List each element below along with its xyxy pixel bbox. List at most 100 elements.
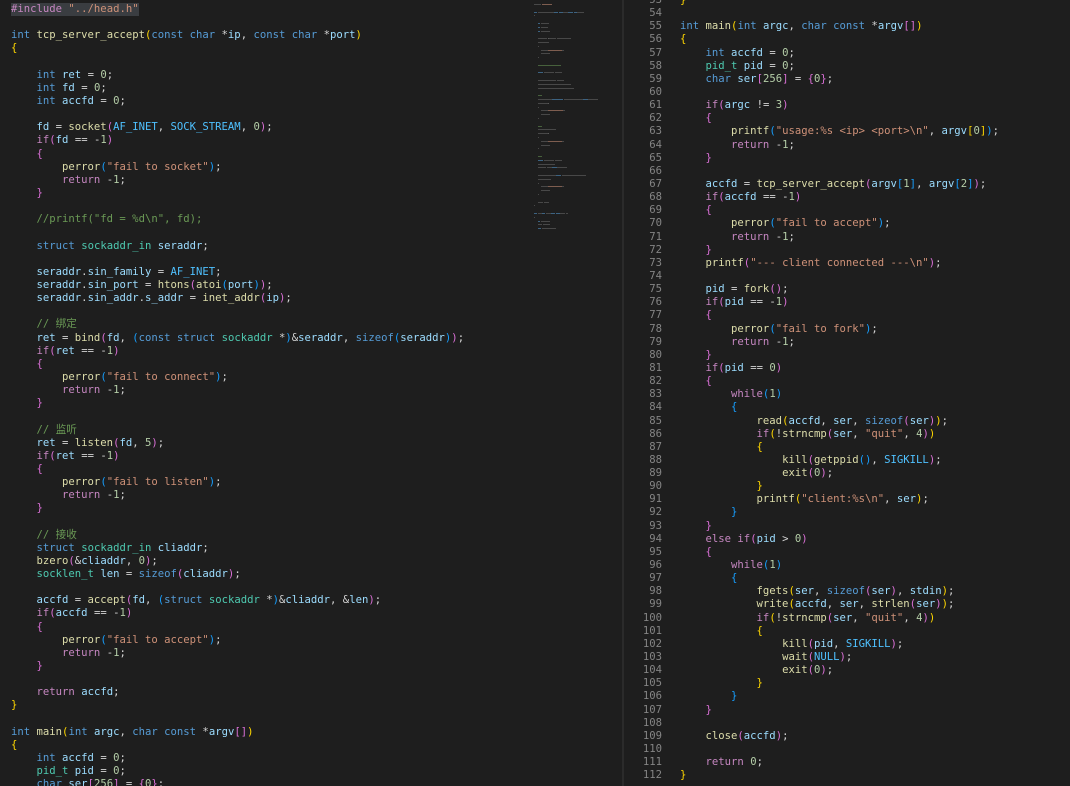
code-line[interactable]: socklen_t len = sizeof(cliaddr); <box>11 568 464 581</box>
code-line[interactable]: 84 { <box>624 401 1070 414</box>
code-line[interactable]: 65 } <box>624 152 1070 165</box>
code-line[interactable]: { <box>11 463 464 476</box>
code-line[interactable] <box>11 56 464 69</box>
code-line[interactable]: 54 <box>624 7 1070 20</box>
code-line[interactable] <box>11 713 464 726</box>
code-line[interactable]: 79 return -1; <box>624 336 1070 349</box>
code-line[interactable]: 93 } <box>624 520 1070 533</box>
code-line[interactable]: accfd = accept(fd, (struct sockaddr *)&c… <box>11 594 464 607</box>
code-line[interactable]: perror("fail to accept"); <box>11 634 464 647</box>
code-line[interactable]: { <box>11 148 464 161</box>
code-line[interactable]: 99 write(accfd, ser, strlen(ser)); <box>624 598 1070 611</box>
code-line[interactable]: 83 while(1) <box>624 388 1070 401</box>
code-line[interactable]: 69 { <box>624 204 1070 217</box>
code-line[interactable]: 95 { <box>624 546 1070 559</box>
code-line[interactable]: 75 pid = fork(); <box>624 283 1070 296</box>
code-line[interactable]: 94 else if(pid > 0) <box>624 533 1070 546</box>
code-line[interactable] <box>11 515 464 528</box>
code-line[interactable]: 74 <box>624 270 1070 283</box>
code-line[interactable]: 77 { <box>624 309 1070 322</box>
code-line[interactable]: bzero(&cliaddr, 0); <box>11 555 464 568</box>
code-line[interactable] <box>11 200 464 213</box>
code-line[interactable]: // 接收 <box>11 529 464 542</box>
code-line[interactable]: 96 while(1) <box>624 559 1070 572</box>
code-line[interactable]: 61 if(argc != 3) <box>624 99 1070 112</box>
code-line[interactable]: if(fd == -1) <box>11 134 464 147</box>
code-line[interactable]: 91 printf("client:%s\n", ser); <box>624 493 1070 506</box>
code-line[interactable]: 73 printf("--- client connected ---\n"); <box>624 257 1070 270</box>
code-line[interactable]: { <box>11 358 464 371</box>
code-line[interactable] <box>11 253 464 266</box>
left-editor-pane[interactable]: #include "../head.h" int tcp_server_acce… <box>0 0 530 786</box>
code-line[interactable]: struct sockaddr_in cliaddr; <box>11 542 464 555</box>
code-line[interactable]: 92 } <box>624 506 1070 519</box>
code-line[interactable]: } <box>11 187 464 200</box>
code-line[interactable]: int accfd = 0; <box>11 95 464 108</box>
code-line[interactable] <box>11 673 464 686</box>
code-line[interactable]: 111 return 0; <box>624 756 1070 769</box>
code-line[interactable]: { <box>11 42 464 55</box>
left-code-area[interactable]: #include "../head.h" int tcp_server_acce… <box>11 3 464 786</box>
code-line[interactable]: 64 return -1; <box>624 139 1070 152</box>
code-line[interactable]: // 绑定 <box>11 318 464 331</box>
code-line[interactable] <box>11 108 464 121</box>
code-line[interactable]: 101 { <box>624 625 1070 638</box>
code-line[interactable]: pid_t pid = 0; <box>11 765 464 778</box>
code-line[interactable]: return accfd; <box>11 686 464 699</box>
code-line[interactable]: 71 return -1; <box>624 231 1070 244</box>
code-line[interactable]: 86 if(!strncmp(ser, "quit", 4)) <box>624 428 1070 441</box>
code-line[interactable]: 108 <box>624 717 1070 730</box>
code-line[interactable]: 110 <box>624 743 1070 756</box>
code-line[interactable]: 80 } <box>624 349 1070 362</box>
code-line[interactable]: 60 <box>624 86 1070 99</box>
code-line[interactable]: { <box>11 621 464 634</box>
code-line[interactable] <box>11 305 464 318</box>
code-line[interactable]: 109 close(accfd); <box>624 730 1070 743</box>
code-line[interactable]: 67 accfd = tcp_server_accept(argv[1], ar… <box>624 178 1070 191</box>
code-line[interactable]: 82 { <box>624 375 1070 388</box>
code-line[interactable]: 70 perror("fail to accept"); <box>624 217 1070 230</box>
code-line[interactable]: return -1; <box>11 489 464 502</box>
code-line[interactable]: } <box>11 699 464 712</box>
code-line[interactable]: 97 { <box>624 572 1070 585</box>
code-line[interactable]: // 监听 <box>11 424 464 437</box>
code-line[interactable]: fd = socket(AF_INET, SOCK_STREAM, 0); <box>11 121 464 134</box>
code-line[interactable]: seraddr.sin_family = AF_INET; <box>11 266 464 279</box>
code-line[interactable]: 56 { <box>624 33 1070 46</box>
code-line[interactable]: if(ret == -1) <box>11 345 464 358</box>
code-line[interactable]: 55 int main(int argc, char const *argv[]) <box>624 20 1070 33</box>
code-line[interactable] <box>11 410 464 423</box>
code-line[interactable] <box>11 581 464 594</box>
code-line[interactable] <box>11 226 464 239</box>
code-line[interactable]: return -1; <box>11 384 464 397</box>
code-line[interactable]: { <box>11 739 464 752</box>
code-line[interactable]: 88 kill(getppid(), SIGKILL); <box>624 454 1070 467</box>
code-line[interactable]: int main(int argc, char const *argv[]) <box>11 726 464 739</box>
code-line[interactable]: return -1; <box>11 647 464 660</box>
code-line[interactable]: 102 kill(pid, SIGKILL); <box>624 638 1070 651</box>
code-line[interactable]: perror("fail to listen"); <box>11 476 464 489</box>
code-line[interactable]: 98 fgets(ser, sizeof(ser), stdin); <box>624 585 1070 598</box>
code-line[interactable]: 57 int accfd = 0; <box>624 47 1070 60</box>
code-line[interactable]: #include "../head.h" <box>11 3 464 17</box>
code-line[interactable]: int tcp_server_accept(const char *ip, co… <box>11 29 464 42</box>
code-line[interactable]: 66 <box>624 165 1070 178</box>
code-line[interactable]: struct sockaddr_in seraddr; <box>11 240 464 253</box>
code-line[interactable]: 87 { <box>624 441 1070 454</box>
code-line[interactable]: 105 } <box>624 677 1070 690</box>
code-line[interactable]: 63 printf("usage:%s <ip> <port>\n", argv… <box>624 125 1070 138</box>
code-line[interactable]: 100 if(!strncmp(ser, "quit", 4)) <box>624 612 1070 625</box>
code-line[interactable]: 103 wait(NULL); <box>624 651 1070 664</box>
code-line[interactable]: int accfd = 0; <box>11 752 464 765</box>
code-line[interactable]: ret = bind(fd, (const struct sockaddr *)… <box>11 332 465 345</box>
right-code-area[interactable]: 53} 54 55 int main(int argc, char const *ar… <box>624 0 1070 782</box>
code-line[interactable]: if(accfd == -1) <box>11 607 464 620</box>
code-line[interactable] <box>11 16 464 29</box>
code-line[interactable]: 62 { <box>624 112 1070 125</box>
code-line[interactable]: 76 if(pid == -1) <box>624 296 1070 309</box>
code-line[interactable]: 104 exit(0); <box>624 664 1070 677</box>
code-line[interactable]: 89 exit(0); <box>624 467 1070 480</box>
code-line[interactable]: perror("fail to connect"); <box>11 371 464 384</box>
code-line[interactable]: } <box>11 660 464 673</box>
code-line[interactable]: if(ret == -1) <box>11 450 464 463</box>
